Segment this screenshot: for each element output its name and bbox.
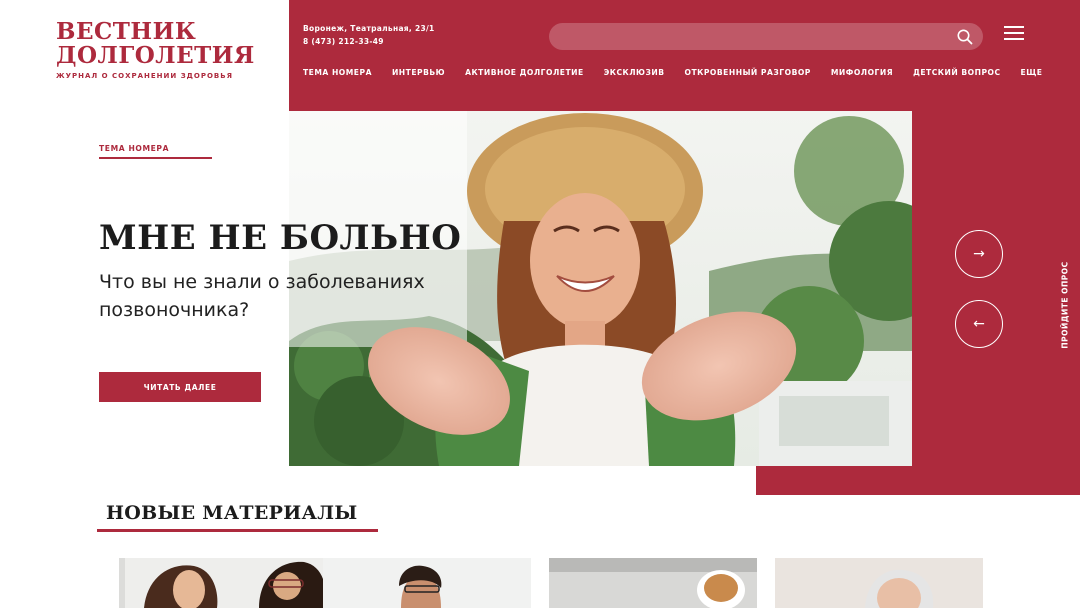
phone-link[interactable]: 8 (473) 212-33-49 xyxy=(303,36,435,49)
search-icon[interactable] xyxy=(956,28,974,46)
logo-title-line-2: ДОЛГОЛЕТИЯ xyxy=(56,42,255,69)
nav-item-exclusive[interactable]: ЭКСКЛЮЗИВ xyxy=(604,68,665,77)
main-nav: ТЕМА НОМЕРА ИНТЕРВЬЮ АКТИВНОЕ ДОЛГОЛЕТИЕ… xyxy=(303,68,1063,77)
card-image xyxy=(775,558,983,608)
site-logo[interactable]: ВЕСТНИК ДОЛГОЛЕТИЯ ЖУРНАЛ О СОХРАНЕНИИ З… xyxy=(56,18,276,81)
nav-item-tema-nomera[interactable]: ТЕМА НОМЕРА xyxy=(303,68,372,77)
nav-item-interview[interactable]: ИНТЕРВЬЮ xyxy=(392,68,445,77)
arrow-right-icon: → xyxy=(973,246,985,262)
section-title-new-materials: НОВЫЕ МАТЕРИАЛЫ xyxy=(106,502,358,524)
survey-link[interactable]: ПРОЙДИТЕ ОПРОС xyxy=(1050,261,1080,348)
slider-prev-button[interactable]: ← xyxy=(955,300,1003,348)
card-image xyxy=(119,558,327,608)
article-card[interactable] xyxy=(549,558,757,608)
read-more-button[interactable]: ЧИТАТЬ ДАЛЕЕ xyxy=(99,372,261,402)
article-card[interactable] xyxy=(323,558,531,608)
contacts-block: Воронеж, Театральная, 23/1 8 (473) 212-3… xyxy=(303,23,435,48)
address-text: Воронеж, Театральная, 23/1 xyxy=(303,24,435,33)
article-card[interactable] xyxy=(119,558,327,608)
article-card[interactable] xyxy=(775,558,983,608)
hamburger-icon[interactable] xyxy=(1004,24,1024,40)
nav-item-frank-talk[interactable]: ОТКРОВЕННЫЙ РАЗГОВОР xyxy=(685,68,811,77)
header-bar: Воронеж, Театральная, 23/1 8 (473) 212-3… xyxy=(289,0,1080,111)
survey-label: ПРОЙДИТЕ ОПРОС xyxy=(1060,261,1070,349)
hero-title: МНЕ НЕ БОЛЬНО xyxy=(99,218,462,258)
section-title-underline xyxy=(97,529,378,532)
slider-next-button[interactable]: → xyxy=(955,230,1003,278)
card-image xyxy=(323,558,531,608)
card-image xyxy=(549,558,757,608)
logo-tagline: ЖУРНАЛ О СОХРАНЕНИИ ЗДОРОВЬЯ xyxy=(56,72,233,80)
nav-item-mythology[interactable]: МИФОЛОГИЯ xyxy=(831,68,893,77)
logo-title-line-1: ВЕСТНИК xyxy=(56,18,197,45)
search-input[interactable] xyxy=(561,27,941,46)
nav-item-more[interactable]: ЕЩЕ xyxy=(1021,68,1043,77)
search-bar xyxy=(549,23,983,50)
hero-rubric[interactable]: ТЕМА НОМЕРА xyxy=(99,144,169,153)
nav-item-kids-question[interactable]: ДЕТСКИЙ ВОПРОС xyxy=(913,68,1000,77)
hero-accent-block xyxy=(756,466,1080,495)
arrow-left-icon: ← xyxy=(973,316,985,332)
nav-item-active-longevity[interactable]: АКТИВНОЕ ДОЛГОЛЕТИЕ xyxy=(465,68,584,77)
hero-subtitle: Что вы не знали о заболеваниях позвоночн… xyxy=(99,271,425,321)
rubric-underline xyxy=(99,157,212,159)
